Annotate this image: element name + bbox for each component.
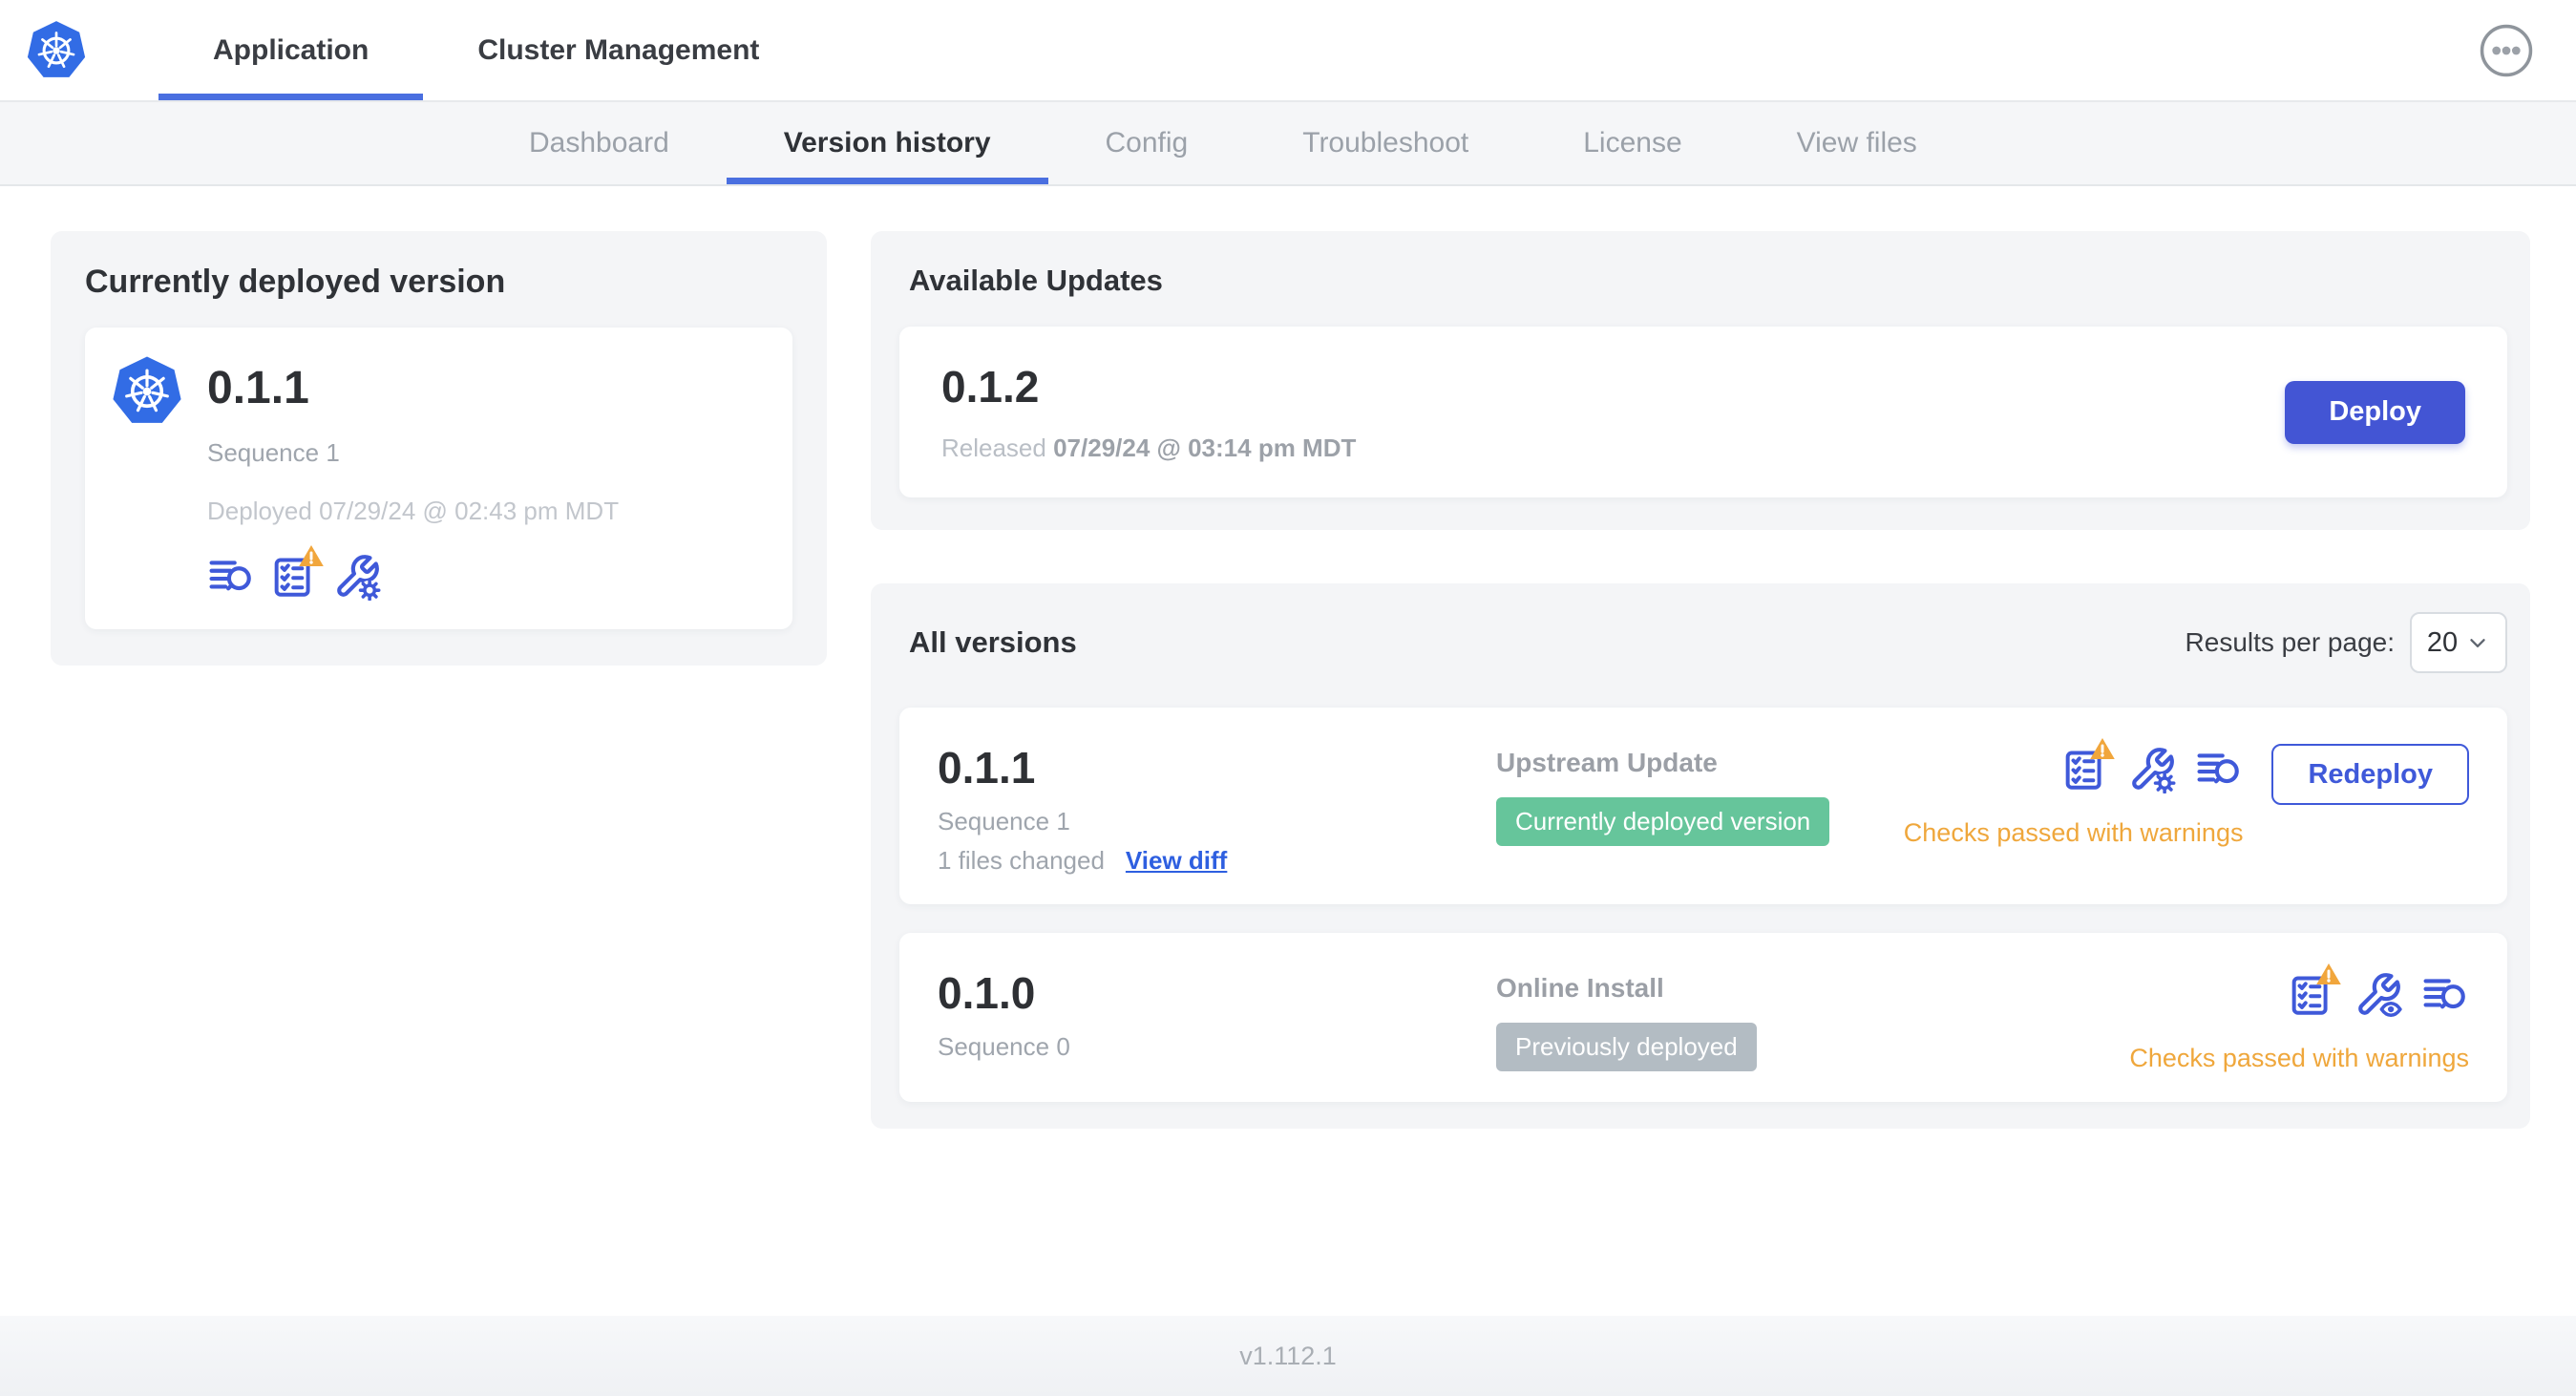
preflight-status-text: Checks passed with warnings	[2129, 1044, 2469, 1072]
results-per-page-value: 20	[2426, 626, 2459, 658]
row-version-number: 0.1.0	[938, 968, 1036, 1018]
ellipsis-menu-icon[interactable]	[2479, 23, 2534, 78]
preflight-checklist-warning-icon[interactable]	[2061, 736, 2117, 793]
released-timestamp: 07/29/24 @ 03:14 pm MDT	[1053, 434, 1357, 462]
tab-application[interactable]: Application	[158, 0, 423, 100]
top-nav: Application Cluster Management	[0, 0, 2576, 102]
all-versions-title: All versions	[909, 625, 1077, 659]
subtab-version-history[interactable]: Version history	[727, 102, 1048, 184]
view-diff-link[interactable]: View diff	[1126, 846, 1227, 876]
diff-lines-search-icon[interactable]	[207, 553, 255, 601]
main-content: Currently deployed version 0.1.1 Sequenc…	[0, 186, 2576, 1316]
results-per-page-select[interactable]: 20	[2410, 612, 2507, 673]
currently-deployed-card: Currently deployed version 0.1.1 Sequenc…	[51, 231, 827, 666]
chevron-down-icon	[2470, 639, 2485, 647]
tab-cluster-management[interactable]: Cluster Management	[423, 0, 813, 100]
warning-triangle-icon	[2089, 736, 2117, 761]
currently-deployed-badge: Currently deployed version	[1496, 797, 1830, 846]
page-footer: v1.112.1	[0, 1316, 2576, 1396]
current-version-number: 0.1.1	[207, 363, 309, 413]
available-updates-title: Available Updates	[909, 264, 1163, 297]
currently-deployed-title: Currently deployed version	[85, 264, 506, 300]
current-version-sequence: Sequence 1	[207, 438, 340, 467]
currently-deployed-version-card: 0.1.1 Sequence 1 Deployed 07/29/24 @ 02:…	[85, 328, 792, 629]
preflight-checklist-warning-icon[interactable]	[2288, 962, 2343, 1019]
wrench-gear-config-icon[interactable]	[333, 553, 381, 601]
version-row-0.1.0: 0.1.0 Sequence 0 Online Install Previous…	[899, 933, 2507, 1102]
version-source-label: Online Install	[1496, 973, 1664, 1003]
available-updates-card: Available Updates 0.1.2 Released 07/29/2…	[871, 231, 2530, 530]
current-version-deployed-timestamp: Deployed 07/29/24 @ 02:43 pm MDT	[207, 497, 620, 525]
files-changed-label: 1 files changed	[938, 846, 1105, 875]
subtab-license[interactable]: License	[1526, 102, 1739, 184]
update-version-number: 0.1.2	[941, 362, 1040, 412]
kubernetes-logo-icon	[25, 19, 88, 82]
kubernetes-app-icon	[110, 354, 184, 429]
subtab-troubleshoot[interactable]: Troubleshoot	[1245, 102, 1526, 184]
results-per-page-label: Results per page:	[2185, 627, 2395, 657]
version-row-0.1.1: 0.1.1 Sequence 1 1 files changed View di…	[899, 708, 2507, 904]
subtab-dashboard[interactable]: Dashboard	[472, 102, 727, 184]
row-sequence: Sequence 1	[938, 807, 1070, 835]
warning-triangle-icon	[297, 543, 326, 568]
deploy-button[interactable]: Deploy	[2285, 380, 2465, 444]
warning-triangle-icon	[2314, 962, 2343, 986]
diff-lines-search-icon[interactable]	[2195, 746, 2243, 793]
diff-lines-search-icon[interactable]	[2421, 971, 2469, 1019]
console-version-text: v1.112.1	[1239, 1341, 1337, 1370]
top-tabs: Application Cluster Management	[158, 0, 813, 100]
preflight-checklist-warning-icon[interactable]	[270, 543, 326, 601]
wrench-eye-view-config-icon[interactable]	[2354, 971, 2402, 1019]
preflight-status-text: Checks passed with warnings	[1903, 818, 2244, 847]
released-label: Released	[941, 434, 1046, 462]
subtab-config[interactable]: Config	[1048, 102, 1246, 184]
version-source-label: Upstream Update	[1496, 748, 1718, 777]
row-sequence: Sequence 0	[938, 1032, 1070, 1061]
previously-deployed-badge: Previously deployed	[1496, 1023, 1757, 1071]
redeploy-button[interactable]: Redeploy	[2271, 744, 2469, 805]
row-version-number: 0.1.1	[938, 743, 1036, 793]
wrench-gear-config-icon[interactable]	[2128, 746, 2177, 793]
sub-nav: Dashboard Version history Config Trouble…	[0, 102, 2576, 186]
available-update-row: 0.1.2 Released 07/29/24 @ 03:14 pm MDT D…	[899, 327, 2507, 497]
subtab-view-files[interactable]: View files	[1740, 102, 1974, 184]
all-versions-card: All versions Results per page: 20 0.1.1 …	[871, 583, 2530, 1129]
